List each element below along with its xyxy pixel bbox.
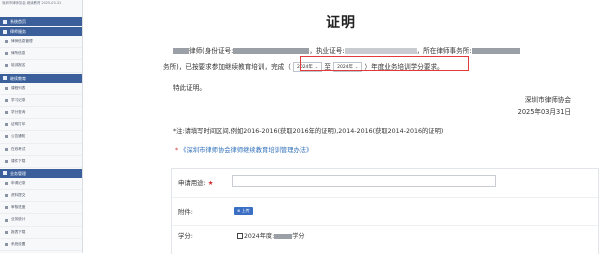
sidebar-section-label: 系统首页 <box>10 19 26 24</box>
certificate-line-1: 律师(身份证号: ，执业证号: ，所在律师事务所: <box>173 45 520 55</box>
sidebar-item-label: 系统设置 <box>11 241 26 246</box>
sidebar-item[interactable]: 报表下载 <box>0 227 82 239</box>
sidebar-item-label: 资料提交 <box>11 193 26 198</box>
sidebar: 深圳市律师协会 继续教育 2025-03-31 系统首页 律师服务 律师信息管理… <box>0 0 83 253</box>
sidebar-section-label: 业务管理 <box>10 170 26 176</box>
sidebar-item[interactable]: 在线考试 <box>0 144 82 156</box>
closing-text: 特此证明。 <box>173 84 206 92</box>
list-icon <box>5 242 8 246</box>
list-icon <box>5 40 8 44</box>
year-range-highlight <box>300 56 469 71</box>
sidebar-item-label: 课件下载 <box>11 158 26 163</box>
redacted-license-number <box>344 48 417 54</box>
sidebar-section-education[interactable]: 继续教育 <box>0 73 82 83</box>
text-segment: ，执业证号: <box>309 47 345 55</box>
sidebar-item[interactable]: 律所信息 <box>0 48 82 61</box>
attachment-label: 附件: <box>178 208 193 216</box>
sidebar-item-label: 课程列表 <box>11 85 26 90</box>
redacted-firm-name <box>471 48 520 54</box>
sidebar-item-label: 业务统计 <box>11 217 26 222</box>
sidebar-item-label: 报表下载 <box>11 229 26 234</box>
attachment-row: 附件: ⊕ 上传 <box>172 197 598 226</box>
credit-checkbox[interactable] <box>237 233 243 239</box>
text-segment: 律师(身份证号: <box>189 47 234 55</box>
credit-unit: 学分 <box>292 233 305 240</box>
sidebar-item[interactable]: 申请记录 <box>0 178 82 191</box>
list-icon <box>5 86 8 90</box>
text-segment: ，所在律师事务所: <box>416 47 472 55</box>
sidebar-section-label: 继续教育 <box>10 75 26 81</box>
list-icon <box>5 52 8 56</box>
sidebar-item-label: 律所信息 <box>11 51 26 56</box>
sidebar-item[interactable]: 律师信息管理 <box>0 36 82 49</box>
sidebar-item[interactable]: 证明打印 <box>0 119 82 132</box>
regulation-link[interactable]: * 《深圳市律师协会律师继续教育培训管理办法》 <box>175 145 312 154</box>
upload-button[interactable]: ⊕ 上传 <box>234 207 253 215</box>
sidebar-item-label: 审核进度 <box>11 205 26 210</box>
credit-row: 学分: 2024年度: 学分 <box>172 225 598 253</box>
issuer-org: 深圳市律师协会 <box>524 96 571 104</box>
sidebar-header-text: 深圳市律师协会 继续教育 2025-03-31 <box>2 1 62 5</box>
page-title: 证明 <box>326 15 356 31</box>
sidebar-item[interactable]: 课件下载 <box>0 156 82 168</box>
sidebar-item[interactable]: 课程列表 <box>0 83 82 95</box>
sidebar-section-lawyer[interactable]: 律师服务 <box>0 27 82 36</box>
sidebar-section-label: 律师服务 <box>10 29 26 34</box>
list-icon <box>5 230 8 234</box>
sidebar-item-label: 公告通知 <box>11 134 26 139</box>
regulation-link-text: 《深圳市律师协会律师继续教育培训管理办法》 <box>180 147 313 154</box>
purpose-label-text: 申请用途: <box>178 179 206 187</box>
sidebar-item[interactable]: 业务统计 <box>0 214 82 227</box>
sidebar-item-label: 在线考试 <box>11 146 26 151</box>
list-icon <box>5 181 8 185</box>
redacted-credit-amount <box>274 233 293 239</box>
sidebar-item-label: 学分查询 <box>11 109 26 114</box>
list-icon <box>5 147 8 151</box>
sidebar-item-label: 培训报名 <box>11 63 26 68</box>
redacted-name <box>173 48 189 54</box>
sidebar-item[interactable]: 公告通知 <box>0 131 82 144</box>
list-icon <box>5 111 8 115</box>
list-icon <box>5 194 8 198</box>
list-icon <box>5 98 8 102</box>
application-form: 申请用途: ★ 附件: ⊕ 上传 学分: 2024年度: 学分 <box>171 168 599 254</box>
home-icon <box>3 19 7 24</box>
sidebar-item[interactable]: 系统设置 <box>0 239 82 251</box>
sidebar-item-label: 证明打印 <box>11 122 26 127</box>
purpose-label: 申请用途: ★ <box>178 178 214 187</box>
credit-value: 2024年度: 学分 <box>237 231 305 240</box>
list-icon <box>5 123 8 127</box>
purpose-input[interactable] <box>232 175 496 187</box>
purpose-row: 申请用途: ★ <box>172 169 598 198</box>
list-icon <box>5 218 8 222</box>
required-mark: ★ <box>207 179 214 187</box>
issue-date: 2025年03月31日 <box>517 108 571 116</box>
sidebar-item-label: 申请记录 <box>11 180 26 185</box>
sidebar-item[interactable]: 资料提交 <box>0 190 82 203</box>
list-icon <box>5 135 8 139</box>
sidebar-item[interactable]: 学分查询 <box>0 107 82 120</box>
date-range-note: *注:请填写时间区间,例如2016-2016(获取2016年的证明),2014-… <box>173 128 444 135</box>
credit-year: 2024年度: <box>244 233 275 240</box>
sidebar-item[interactable]: 审核进度 <box>0 202 82 215</box>
sidebar-item[interactable]: 学习记录 <box>0 95 82 107</box>
text-segment: 务所)，已按要求参加继续教育培训，完成（ <box>163 63 291 71</box>
sidebar-section-business[interactable]: 业务管理 <box>0 168 82 178</box>
redacted-id-number <box>233 48 310 54</box>
menu-icon <box>3 171 7 176</box>
sidebar-item[interactable]: 培训报名 <box>0 60 82 73</box>
menu-icon <box>3 29 7 34</box>
menu-icon <box>3 76 7 81</box>
sidebar-item-label: 律师信息管理 <box>11 39 33 43</box>
list-icon <box>5 206 8 210</box>
list-icon <box>5 64 8 68</box>
credit-label: 学分: <box>178 232 193 240</box>
sidebar-section-home[interactable]: 系统首页 <box>0 17 82 26</box>
sidebar-item-label: 学习记录 <box>11 97 26 102</box>
list-icon <box>5 159 8 163</box>
main-content: 证明 律师(身份证号: ，执业证号: ，所在律师事务所: 务所)，已按要求参加继续教… <box>83 0 599 254</box>
